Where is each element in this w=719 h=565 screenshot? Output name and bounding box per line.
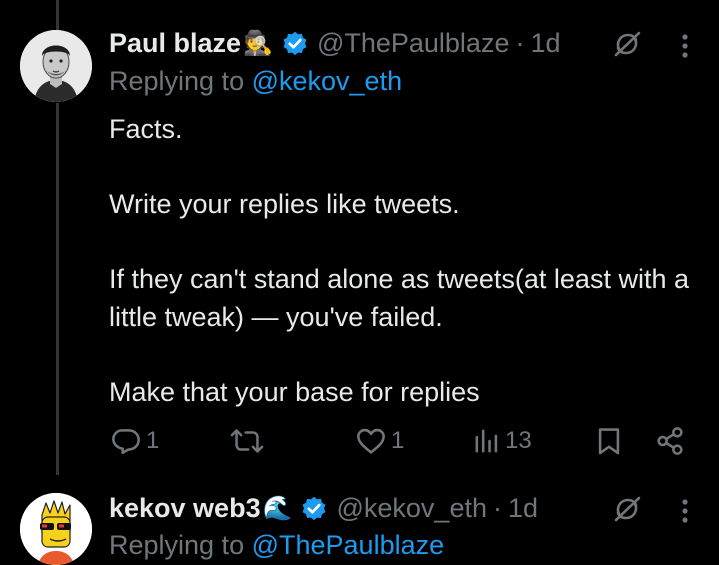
reply-button[interactable]: 1 [110,425,159,457]
avatar[interactable] [20,493,92,565]
tweet-body-line: Write your replies like tweets. [109,189,460,219]
grok-icon[interactable] [612,29,642,59]
replying-to: Replying to @kekov_eth [109,66,402,97]
display-name[interactable]: kekov web3 [109,493,261,524]
user-handle[interactable]: @kekov_eth [336,493,487,524]
separator-dot: · [492,493,502,523]
detective-emoji: 🕵️ [243,30,273,57]
avatar[interactable] [20,30,92,102]
share-button[interactable] [654,425,686,457]
tweet-body-line: If they can't stand alone as tweets(at l… [109,264,689,332]
more-icon[interactable] [680,496,690,526]
replying-to-label: Replying to [109,530,252,560]
display-name[interactable]: Paul blaze [109,28,241,59]
like-icon [355,425,387,457]
tweet-body-gap [109,224,689,262]
tweet-body: Facts. Write your replies like tweets. I… [109,111,689,411]
replying-to-mention[interactable]: @ThePaulblaze [252,530,445,560]
views-count: 13 [505,427,532,454]
like-button[interactable]: 1 [355,425,404,457]
repost-icon [230,425,264,457]
avatar-cartoon-icon [20,493,92,565]
separator-dot: · [515,28,525,58]
repost-button[interactable] [230,425,268,457]
grok-icon[interactable] [612,494,642,524]
tweet-body-line: Facts. [109,114,183,144]
avatar-portrait-icon [20,30,92,102]
wave-emoji: 🌊 [262,495,293,522]
user-handle[interactable]: @ThePaulblaze [317,28,510,59]
verified-badge-icon [281,30,309,58]
views-icon [473,425,501,457]
replying-to: Replying to @ThePaulblaze [109,530,444,561]
timestamp[interactable]: 1d [530,28,560,59]
tweet-body-gap [109,336,689,374]
timestamp[interactable]: 1d [508,493,538,524]
views-button[interactable]: 13 [473,425,532,457]
reply-count: 1 [146,427,160,454]
verified-badge-icon [300,495,328,523]
more-icon[interactable] [680,31,690,61]
action-bar: 1 1 13 [110,425,686,461]
tweet-header: kekov web3 🌊 @kekov_eth · 1d [109,493,538,524]
replying-to-mention[interactable]: @kekov_eth [252,66,403,96]
like-count: 1 [391,427,405,454]
bookmark-button[interactable] [595,425,623,457]
tweet-body-line: Make that your base for replies [109,376,480,407]
tweet-body-gap [109,149,689,187]
thread-line [56,103,59,475]
tweet-header: Paul blaze 🕵️ @ThePaulblaze · 1d [109,28,561,59]
bookmark-icon [595,425,623,457]
reply-icon [110,425,142,457]
share-icon [654,425,686,457]
replying-to-label: Replying to [109,66,252,96]
thread-line-top [56,0,59,30]
